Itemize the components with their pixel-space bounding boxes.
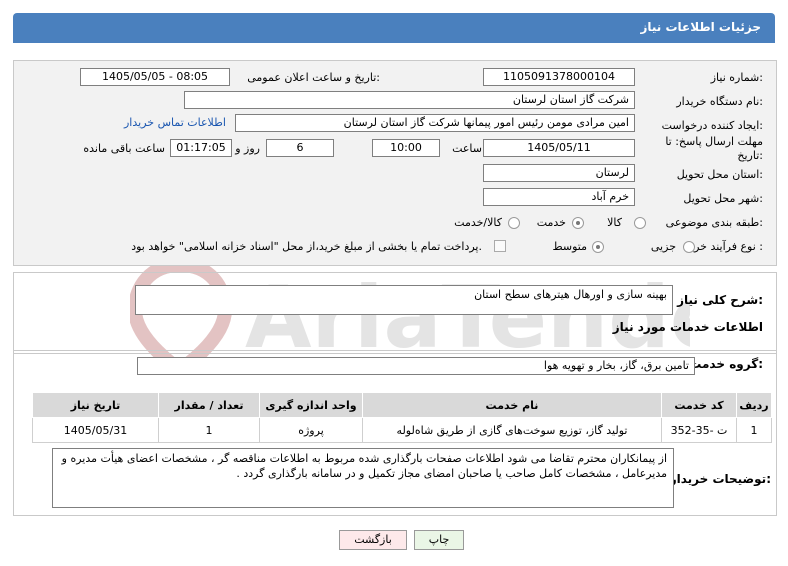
buyer-notes-label: توضیحات خریدار: [669, 472, 771, 486]
creator-field: امین مرادی مومن رئیس امور پیمانها شرکت گ… [235, 114, 635, 132]
category-option-goods-service: کالا/خدمت [454, 216, 502, 229]
summary-field: بهینه سازی و اورهال هیترهای سطح استان [135, 285, 673, 315]
days-label: روز و [235, 142, 260, 155]
category-option-service: خدمت [536, 216, 566, 229]
table-row: 1 ت -35-352 تولید گاز، توزیع سوخت‌های گا… [32, 417, 772, 443]
col-unit-header: واحد اندازه گیری [259, 392, 363, 418]
treasury-payment-checkbox[interactable] [494, 240, 506, 252]
services-table-header: ردیف کد خدمت نام خدمت واحد اندازه گیری ت… [32, 392, 772, 418]
deadline-label: مهلت ارسال پاسخ: تا تاریخ: [665, 135, 763, 163]
remaining-days-field: 6 [266, 139, 334, 157]
category-option-goods: کالا [607, 216, 622, 229]
services-table: ردیف کد خدمت نام خدمت واحد اندازه گیری ت… [32, 392, 772, 443]
announce-datetime-field: 1405/05/05 - 08:05 [80, 68, 230, 86]
process-option-medium: متوسط [552, 240, 587, 253]
cell-date: 1405/05/31 [32, 417, 159, 443]
cell-name: تولید گاز، توزیع سوخت‌های گازی از طریق ش… [362, 417, 662, 443]
buyer-contact-link[interactable]: اطلاعات تماس خریدار [124, 116, 226, 129]
process-option-minor: جزیی [650, 240, 676, 253]
category-radio-goods-service[interactable] [508, 217, 520, 229]
deadline-label-line-1: مهلت ارسال پاسخ: تا [665, 135, 763, 148]
remaining-time-field: 01:17:05 [170, 139, 232, 157]
city-label: شهر محل تحویل: [683, 192, 763, 205]
col-code-header: کد خدمت [661, 392, 737, 418]
buyer-org-label: نام دستگاه خریدار: [676, 95, 763, 108]
category-radio-service[interactable] [572, 217, 584, 229]
cell-code: ت -35-352 [661, 417, 737, 443]
city-field: خرم آباد [483, 188, 635, 206]
province-label: استان محل تحویل: [676, 168, 763, 181]
page-title: جزئیات اطلاعات نیاز [640, 20, 761, 34]
deadline-time-label: ساعت [452, 142, 482, 155]
category-label: طبقه بندی موضوعی: [665, 216, 763, 229]
process-label: نوع فرآیند خرید : [685, 240, 763, 253]
buyer-org-field: شرکت گاز استان لرستان [184, 91, 635, 109]
deadline-label-line-2: تاریخ: [737, 149, 763, 162]
print-button[interactable]: چاپ [414, 530, 464, 550]
deadline-date-field: 1405/05/11 [483, 139, 635, 157]
province-field: لرستان [483, 164, 635, 182]
service-group-field: تامین برق، گاز، بخار و تهویه هوا [137, 357, 695, 375]
buyer-notes-field: از پیمانکاران محترم تقاضا می شود اطلاعات… [52, 448, 674, 508]
creator-label: ایجاد کننده درخواست: [661, 119, 763, 132]
deadline-time-field: 10:00 [372, 139, 440, 157]
page-header: جزئیات اطلاعات نیاز [13, 13, 775, 43]
col-row-header: ردیف [736, 392, 772, 418]
summary-label: شرح کلی نیاز: [677, 293, 763, 307]
treasury-payment-note: پرداخت تمام یا بخشی از مبلغ خرید،از محل … [131, 240, 482, 253]
back-button[interactable]: بازگشت [339, 530, 407, 550]
process-radio-minor[interactable] [683, 241, 695, 253]
col-date-header: تاریخ نیاز [32, 392, 159, 418]
announce-datetime-label: تاریخ و ساعت اعلان عمومی: [247, 71, 380, 84]
cell-row: 1 [736, 417, 772, 443]
need-number-label: شماره نیاز: [710, 71, 763, 84]
cell-qty: 1 [158, 417, 260, 443]
cell-unit: پروژه [259, 417, 363, 443]
process-radio-medium[interactable] [592, 241, 604, 253]
category-radio-goods[interactable] [634, 217, 646, 229]
buyer-notes-text: از پیمانکاران محترم تقاضا می شود اطلاعات… [61, 452, 667, 480]
services-section-title: اطلاعات خدمات مورد نیاز [612, 320, 763, 334]
need-number-field: 1105091378000104 [483, 68, 635, 86]
remaining-time-label: ساعت باقی مانده [83, 142, 165, 155]
col-qty-header: تعداد / مقدار [158, 392, 260, 418]
col-name-header: نام خدمت [362, 392, 662, 418]
service-group-label: گروه خدمت: [689, 357, 763, 371]
